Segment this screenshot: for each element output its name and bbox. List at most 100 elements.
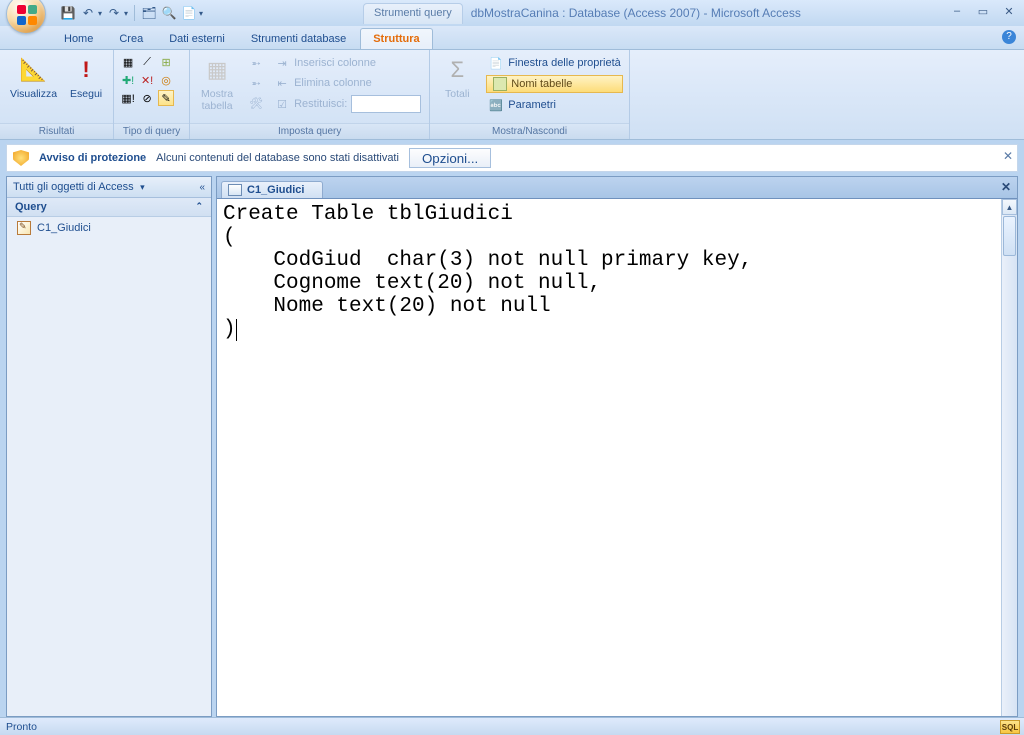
table-names-icon bbox=[493, 77, 507, 91]
tab-structure[interactable]: Struttura bbox=[360, 28, 432, 49]
vertical-scrollbar[interactable]: ▲ bbox=[1001, 199, 1017, 716]
qat-icon-3[interactable]: 📄 bbox=[181, 5, 197, 21]
datadef-query-icon[interactable]: ✎ bbox=[158, 90, 174, 106]
parameters-button[interactable]: 🔤Parametri bbox=[486, 96, 623, 114]
status-ready: Pronto bbox=[6, 721, 37, 733]
setup-group-label: Imposta query bbox=[190, 123, 429, 139]
security-warning-bar: Avviso di protezione Alcuni contenuti de… bbox=[6, 144, 1018, 172]
sql-text: Create Table tblGiudici ( CodGiud char(3… bbox=[223, 203, 752, 341]
qat-icon-2[interactable]: 🔍 bbox=[161, 5, 177, 21]
tab-home[interactable]: Home bbox=[52, 29, 105, 49]
close-button[interactable]: ✕ bbox=[1000, 4, 1018, 18]
maketable-query-icon[interactable]: ⊞ bbox=[158, 54, 174, 70]
delete-rows-icon: ➵ bbox=[248, 75, 264, 91]
return-button: ☑Restituisci: bbox=[272, 94, 423, 114]
querytype-group-label: Tipo di query bbox=[114, 123, 189, 139]
qat-customize-icon[interactable]: ▾ bbox=[199, 9, 203, 18]
view-button[interactable]: 📐 Visualizza bbox=[6, 52, 61, 102]
property-sheet-button[interactable]: 📄Finestra delle proprietà bbox=[486, 54, 623, 72]
text-cursor bbox=[236, 319, 237, 341]
ribbon: 📐 Visualizza ! Esegui Risultati ▦ ⟋ ⊞ ✚!… bbox=[0, 50, 1024, 140]
table-names-button[interactable]: Nomi tabelle bbox=[486, 75, 623, 93]
delete-query-icon[interactable]: ◎ bbox=[158, 72, 174, 88]
totals-button[interactable]: Σ Totali bbox=[436, 52, 478, 102]
tab-create[interactable]: Crea bbox=[107, 29, 155, 49]
navpane-header[interactable]: Tutti gli oggetti di Access ▾ « bbox=[7, 177, 211, 198]
minimize-button[interactable]: – bbox=[948, 4, 966, 18]
security-options-button[interactable]: Opzioni... bbox=[409, 148, 491, 168]
main-area: Tutti gli oggetti di Access ▾ « Query ⌃ … bbox=[6, 176, 1018, 717]
navpane-collapse-icon[interactable]: « bbox=[199, 182, 205, 193]
show-table-button[interactable]: ▦ Mostra tabella bbox=[196, 52, 238, 114]
navpane-item-label: C1_Giudici bbox=[37, 222, 91, 234]
tab-database-tools[interactable]: Strumenti database bbox=[239, 29, 358, 49]
delete-cols-icon: ⇤ bbox=[274, 75, 290, 91]
ribbon-group-querytype: ▦ ⟋ ⊞ ✚! ✕! ◎ ▦! ⊘ ✎ Tipo di query bbox=[114, 50, 190, 139]
delete-cols-button: ⇤ Elimina colonne bbox=[272, 74, 423, 92]
insert-cols-label: Inserisci colonne bbox=[294, 57, 376, 69]
sql-editor[interactable]: Create Table tblGiudici ( CodGiud char(3… bbox=[217, 199, 1017, 716]
navpane-dropdown-icon[interactable]: ▾ bbox=[138, 182, 145, 192]
update-query-icon[interactable]: ✕! bbox=[139, 72, 155, 88]
builder-button: 🛠 bbox=[246, 94, 266, 112]
union-query-icon[interactable]: ▦! bbox=[120, 90, 136, 106]
undo-dropdown-icon[interactable]: ▾ bbox=[98, 9, 102, 18]
navpane-group-label: Query bbox=[15, 201, 47, 213]
showhide-group-label: Mostra/Nascondi bbox=[430, 123, 629, 139]
security-message: Alcuni contenuti del database sono stati… bbox=[156, 152, 399, 164]
insert-cols-icon: ⇥ bbox=[274, 55, 290, 71]
tab-external-data[interactable]: Dati esterni bbox=[157, 29, 237, 49]
delete-rows-button: ➵ bbox=[246, 74, 266, 92]
qat-icon-1[interactable]: 🗂 bbox=[141, 5, 157, 21]
ribbon-tabs: Home Crea Dati esterni Strumenti databas… bbox=[0, 26, 1024, 50]
run-button[interactable]: ! Esegui bbox=[65, 52, 107, 102]
ribbon-group-setup: ▦ Mostra tabella ➵ ➵ 🛠 ⇥ Inserisci colonn… bbox=[190, 50, 430, 139]
redo-dropdown-icon[interactable]: ▾ bbox=[124, 9, 128, 18]
navpane-group-query[interactable]: Query ⌃ bbox=[7, 198, 211, 217]
window-controls: – ▭ ✕ bbox=[948, 4, 1018, 18]
property-sheet-icon: 📄 bbox=[488, 55, 504, 71]
document-tab-c1giudici[interactable]: C1_Giudici bbox=[221, 181, 323, 198]
security-close-icon[interactable]: ✕ bbox=[1003, 149, 1013, 163]
help-button[interactable]: ? bbox=[1002, 30, 1016, 44]
insert-rows-icon: ➵ bbox=[248, 55, 264, 71]
query-icon bbox=[17, 221, 31, 235]
quick-access-toolbar: 💾 ↶▾ ↷▾ 🗂 🔍 📄 ▾ bbox=[60, 5, 203, 21]
scroll-up-icon[interactable]: ▲ bbox=[1002, 199, 1017, 215]
navigation-pane: Tutti gli oggetti di Access ▾ « Query ⌃ … bbox=[6, 176, 212, 717]
delete-cols-label: Elimina colonne bbox=[294, 77, 372, 89]
contextual-tab-title: Strumenti query bbox=[363, 3, 463, 24]
view-label: Visualizza bbox=[10, 88, 57, 100]
undo-icon[interactable]: ↶ bbox=[80, 5, 96, 21]
return-label: Restituisci: bbox=[294, 98, 347, 110]
crosstab-query-icon[interactable]: ⟋ bbox=[139, 54, 155, 70]
totals-label: Totali bbox=[445, 88, 470, 100]
redo-icon[interactable]: ↷ bbox=[106, 5, 122, 21]
results-group-label: Risultati bbox=[0, 123, 113, 139]
table-names-label: Nomi tabelle bbox=[511, 78, 572, 90]
navpane-group-collapse-icon[interactable]: ⌃ bbox=[195, 201, 203, 213]
parameters-icon: 🔤 bbox=[488, 97, 504, 113]
run-label: Esegui bbox=[70, 88, 102, 100]
passthrough-query-icon[interactable]: ⊘ bbox=[139, 90, 155, 106]
navpane-item-c1giudici[interactable]: C1_Giudici bbox=[7, 217, 211, 239]
status-bar: Pronto SQL bbox=[0, 717, 1024, 735]
insert-cols-button: ⇥ Inserisci colonne bbox=[272, 54, 423, 72]
view-icon: 📐 bbox=[18, 54, 50, 86]
restore-button[interactable]: ▭ bbox=[974, 4, 992, 18]
select-query-icon[interactable]: ▦ bbox=[120, 54, 136, 70]
document-close-icon[interactable]: ✕ bbox=[1001, 180, 1011, 194]
sql-view-indicator[interactable]: SQL bbox=[1000, 720, 1020, 734]
qat-separator bbox=[134, 5, 135, 21]
append-query-icon[interactable]: ✚! bbox=[120, 72, 136, 88]
scroll-thumb[interactable] bbox=[1003, 216, 1016, 256]
document-tab-label: C1_Giudici bbox=[247, 184, 304, 196]
return-combo bbox=[351, 95, 421, 113]
builder-icon: 🛠 bbox=[248, 95, 264, 111]
query-tab-icon bbox=[228, 184, 242, 196]
insert-rows-button: ➵ bbox=[246, 54, 266, 72]
run-icon: ! bbox=[70, 54, 102, 86]
save-icon[interactable]: 💾 bbox=[60, 5, 76, 21]
ribbon-group-showhide: Σ Totali 📄Finestra delle proprietà Nomi … bbox=[430, 50, 630, 139]
sigma-icon: Σ bbox=[441, 54, 473, 86]
